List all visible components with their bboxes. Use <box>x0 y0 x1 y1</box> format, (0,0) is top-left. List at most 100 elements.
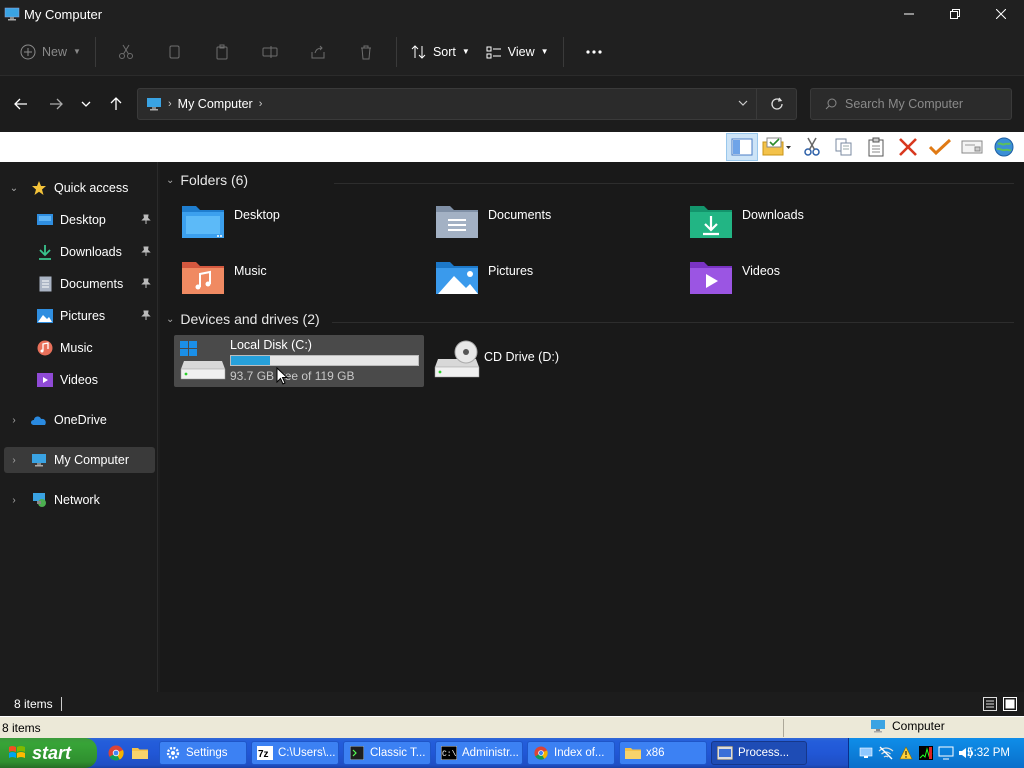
process-icon <box>717 745 733 761</box>
divider <box>332 322 1014 323</box>
sort-button[interactable]: Sort ▼ <box>403 36 478 68</box>
copy-icon <box>835 138 852 156</box>
taskbar-button-administrator[interactable]: C:\ Administr... <box>435 741 523 765</box>
sidebar-item-network[interactable]: › Network <box>4 487 155 513</box>
network-tray-icon[interactable] <box>857 744 875 762</box>
folder-tile-videos[interactable]: Videos <box>682 256 932 306</box>
folder-options-button[interactable] <box>758 133 796 161</box>
display-tray-icon[interactable] <box>937 744 955 762</box>
restore-button[interactable] <box>932 0 978 28</box>
arrow-right-icon <box>50 98 63 110</box>
folder-tile-downloads[interactable]: Downloads <box>682 200 932 250</box>
cut-classic-button[interactable] <box>796 133 828 161</box>
performance-graph-icon[interactable] <box>917 744 935 762</box>
copy-button[interactable] <box>150 36 198 68</box>
folder-name: Pictures <box>488 264 534 278</box>
chevron-down-icon <box>738 100 748 106</box>
cut-button[interactable] <box>102 36 150 68</box>
sidebar-item-onedrive[interactable]: › OneDrive <box>4 407 155 433</box>
taskbar-button-7zip[interactable]: 7z C:\Users\... <box>251 741 339 765</box>
properties-classic-button[interactable] <box>956 133 988 161</box>
folders-pane-toggle[interactable] <box>726 133 758 161</box>
status-bar: 8 items <box>0 692 1024 716</box>
tiles-view-button[interactable] <box>1000 695 1020 713</box>
taskbar-button-x86-folder[interactable]: x86 <box>619 741 707 765</box>
share-button[interactable] <box>294 36 342 68</box>
explorer-quicklaunch-button[interactable] <box>129 742 151 764</box>
sidebar-item-music[interactable]: Music <box>4 335 155 361</box>
details-view-button[interactable] <box>980 695 1000 713</box>
sidebar-item-downloads[interactable]: Downloads <box>4 239 155 265</box>
apply-classic-button[interactable] <box>924 133 956 161</box>
drive-tile-c[interactable]: Local Disk (C:) 93.7 GB free of 119 GB <box>174 335 424 387</box>
sidebar-item-videos[interactable]: Videos <box>4 367 155 393</box>
group-header-folders[interactable]: ⌄ Folders (6) <box>166 172 248 188</box>
clock[interactable]: 5:32 PM <box>967 747 1010 759</box>
chevron-down-icon[interactable]: ⌄ <box>6 183 22 194</box>
taskbar-button-chrome[interactable]: Index of... <box>527 741 615 765</box>
start-button[interactable]: start <box>0 738 97 768</box>
chevron-right-icon[interactable]: › <box>6 415 22 426</box>
music-folder-icon <box>182 262 224 294</box>
star-icon <box>30 180 48 196</box>
drive-name: CD Drive (D:) <box>484 350 559 364</box>
start-label: start <box>32 742 72 763</box>
taskbar-button-settings[interactable]: Settings <box>159 741 247 765</box>
view-button[interactable]: View ▼ <box>478 36 557 68</box>
folder-tile-desktop[interactable]: Desktop <box>174 200 424 250</box>
download-icon <box>36 244 54 260</box>
address-dropdown[interactable] <box>738 97 748 111</box>
cd-drive-icon <box>434 340 480 378</box>
folder-tile-documents[interactable]: Documents <box>428 200 678 250</box>
chevron-right-icon[interactable]: › <box>6 455 22 466</box>
videos-folder-icon <box>690 262 732 294</box>
pin-icon <box>141 245 151 259</box>
warning-icon[interactable] <box>897 744 915 762</box>
paste-button[interactable] <box>198 36 246 68</box>
delete-classic-button[interactable] <box>892 133 924 161</box>
breadcrumb-my-computer[interactable]: My Computer <box>178 97 253 111</box>
divider <box>334 183 1014 184</box>
taskbar-button-classic-terminal[interactable]: Classic T... <box>343 741 431 765</box>
divider <box>94 36 96 67</box>
sidebar-item-pictures[interactable]: Pictures <box>4 303 155 329</box>
sort-icon <box>411 44 426 59</box>
folder-tile-pictures[interactable]: Pictures <box>428 256 678 306</box>
group-header-drives[interactable]: ⌄ Devices and drives (2) <box>166 311 320 327</box>
paste-classic-button[interactable] <box>860 133 892 161</box>
chevron-right-icon[interactable]: › <box>6 495 22 506</box>
details-view-icon <box>983 697 997 711</box>
folder-tile-music[interactable]: Music <box>174 256 424 306</box>
clipboard-icon <box>868 137 884 157</box>
new-button[interactable]: New ▼ <box>12 36 89 68</box>
search-box[interactable] <box>810 88 1012 120</box>
breadcrumb-separator[interactable]: › <box>259 98 263 110</box>
copy-classic-button[interactable] <box>828 133 860 161</box>
address-bar[interactable]: › My Computer › <box>137 88 797 120</box>
chrome-quicklaunch-button[interactable] <box>105 742 127 764</box>
globe-classic-button[interactable] <box>988 133 1020 161</box>
search-input[interactable] <box>845 97 1005 111</box>
back-button[interactable] <box>6 89 36 119</box>
documents-folder-icon <box>436 206 478 238</box>
taskbar-button-process[interactable]: Process... <box>711 741 807 765</box>
refresh-button[interactable] <box>756 89 796 119</box>
up-button[interactable] <box>101 89 131 119</box>
more-options-button[interactable] <box>570 36 618 68</box>
delete-button[interactable] <box>342 36 390 68</box>
taskbar-button-label: Classic T... <box>370 747 426 759</box>
close-button[interactable] <box>978 0 1024 28</box>
sidebar-item-quick-access[interactable]: ⌄ Quick access <box>4 175 155 201</box>
sidebar-item-documents[interactable]: Documents <box>4 271 155 297</box>
sidebar-item-desktop[interactable]: Desktop <box>4 207 155 233</box>
forward-button[interactable] <box>41 89 71 119</box>
divider <box>60 697 62 711</box>
minimize-button[interactable] <box>886 0 932 28</box>
rename-button[interactable] <box>246 36 294 68</box>
document-icon <box>36 276 54 292</box>
sidebar-item-my-computer[interactable]: › My Computer <box>4 447 155 473</box>
folder-icon <box>625 745 641 761</box>
recent-locations-button[interactable] <box>71 89 101 119</box>
drive-tile-d[interactable]: CD Drive (D:) <box>428 335 678 387</box>
wifi-off-icon[interactable] <box>877 744 895 762</box>
